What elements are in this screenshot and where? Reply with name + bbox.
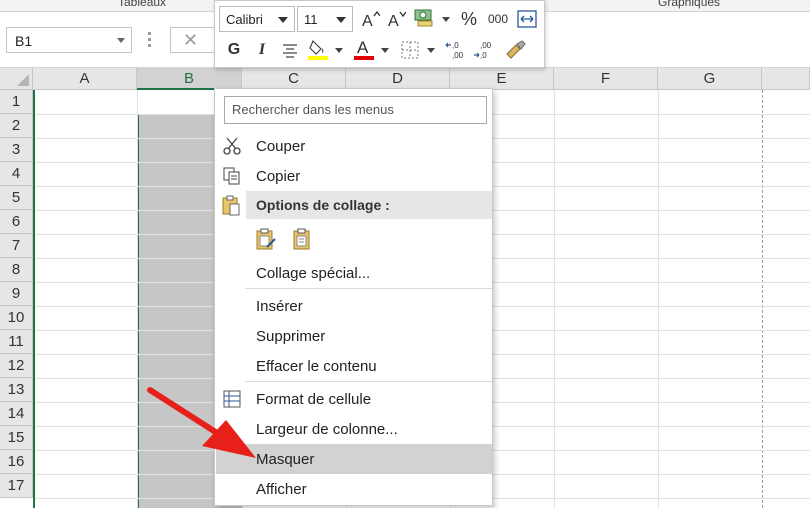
column-header-h[interactable] bbox=[762, 68, 810, 90]
menu-item-label: Couper bbox=[256, 138, 306, 155]
percent-icon[interactable]: % bbox=[458, 7, 480, 31]
menu-item-insert[interactable]: Insérer bbox=[216, 291, 492, 321]
clipboard-icon bbox=[221, 194, 241, 216]
row-header[interactable]: 8 bbox=[0, 258, 33, 282]
row-header[interactable]: 1 bbox=[0, 90, 33, 114]
column-header-a[interactable]: A bbox=[33, 68, 137, 90]
name-box[interactable]: B1 bbox=[6, 27, 132, 53]
menu-item-unhide[interactable]: Afficher bbox=[216, 474, 492, 504]
row-header[interactable]: 3 bbox=[0, 138, 33, 162]
align-center-icon[interactable] bbox=[279, 38, 301, 62]
column-header-e[interactable]: E bbox=[450, 68, 554, 90]
menu-item-clear-contents[interactable]: Effacer le contenu bbox=[216, 351, 492, 381]
menu-search-input[interactable]: Rechercher dans les menus bbox=[224, 96, 487, 124]
format-painter-icon[interactable] bbox=[503, 38, 527, 62]
svg-text:A: A bbox=[357, 38, 369, 57]
chevron-down-icon[interactable] bbox=[117, 38, 125, 43]
menu-item-label: Insérer bbox=[256, 298, 303, 315]
italic-button[interactable]: I bbox=[251, 38, 273, 62]
increase-font-icon[interactable]: A bbox=[359, 7, 381, 31]
font-color-icon[interactable]: A bbox=[353, 37, 375, 61]
mini-toolbar: Calibri 11 A A % 000 G I A ,0,00 ,00,0 bbox=[214, 0, 545, 68]
row-header[interactable]: 12 bbox=[0, 354, 33, 378]
font-name-select[interactable]: Calibri bbox=[219, 6, 295, 32]
row-header[interactable]: 14 bbox=[0, 402, 33, 426]
menu-item-delete[interactable]: Supprimer bbox=[216, 321, 492, 351]
chevron-down-icon[interactable] bbox=[335, 48, 343, 53]
page-break-line bbox=[762, 90, 763, 508]
row-header[interactable]: 11 bbox=[0, 330, 33, 354]
menu-item-label: Largeur de colonne... bbox=[256, 421, 398, 438]
decrease-decimal-icon[interactable]: ,00,0 bbox=[473, 38, 497, 62]
borders-icon[interactable] bbox=[399, 38, 421, 62]
row-header[interactable]: 17 bbox=[0, 474, 33, 498]
menu-item-label: Format de cellule bbox=[256, 391, 372, 408]
menu-separator bbox=[245, 288, 492, 289]
row-header[interactable]: 5 bbox=[0, 186, 33, 210]
formula-cancel-box[interactable]: ✕ bbox=[170, 27, 220, 53]
svg-text:A: A bbox=[362, 13, 373, 29]
svg-text:,0: ,0 bbox=[480, 51, 487, 60]
chevron-down-icon[interactable] bbox=[278, 17, 288, 23]
row-header[interactable]: 10 bbox=[0, 306, 33, 330]
menu-item-label: Afficher bbox=[256, 481, 307, 498]
column-header-g[interactable]: G bbox=[658, 68, 762, 90]
resize-handle[interactable] bbox=[148, 32, 152, 48]
menu-search-placeholder: Rechercher dans les menus bbox=[232, 102, 394, 117]
column-header-c[interactable]: C bbox=[242, 68, 346, 90]
decrease-font-icon[interactable]: A bbox=[385, 7, 407, 31]
menu-item-label: Effacer le contenu bbox=[256, 358, 377, 375]
svg-text:A: A bbox=[388, 13, 399, 29]
copy-icon bbox=[222, 166, 242, 186]
row-header[interactable]: 7 bbox=[0, 234, 33, 258]
row-header[interactable]: 16 bbox=[0, 450, 33, 474]
paste-options-label: Options de collage : bbox=[256, 197, 390, 213]
column-header-b[interactable]: B bbox=[137, 68, 242, 90]
menu-separator bbox=[245, 381, 492, 382]
row-header[interactable]: 13 bbox=[0, 378, 33, 402]
fill-color-icon[interactable] bbox=[307, 37, 329, 61]
chevron-down-icon[interactable] bbox=[442, 17, 450, 22]
ribbon-group-tables: Tableaux bbox=[118, 0, 167, 9]
close-icon[interactable]: ✕ bbox=[183, 30, 198, 51]
row-header[interactable]: 4 bbox=[0, 162, 33, 186]
scissors-icon bbox=[222, 136, 242, 156]
font-size-select[interactable]: 11 bbox=[297, 6, 353, 32]
select-all-button[interactable] bbox=[0, 68, 33, 90]
font-name-value: Calibri bbox=[226, 12, 263, 27]
annotation-arrow-icon bbox=[147, 387, 256, 458]
menu-item-label: Collage spécial... bbox=[256, 265, 371, 282]
increase-decimal-icon[interactable]: ,0,00 bbox=[445, 38, 469, 62]
chevron-down-icon[interactable] bbox=[427, 48, 435, 53]
svg-text:,00: ,00 bbox=[452, 51, 464, 60]
wrap-width-icon[interactable] bbox=[515, 7, 539, 31]
paste-icon[interactable] bbox=[291, 227, 313, 251]
bold-button[interactable]: G bbox=[223, 38, 245, 62]
menu-item-label: Copier bbox=[256, 168, 301, 185]
chevron-down-icon[interactable] bbox=[381, 48, 389, 53]
ribbon-group-charts: Graphiques bbox=[658, 0, 721, 9]
name-box-value: B1 bbox=[15, 33, 33, 49]
row-header[interactable]: 2 bbox=[0, 114, 33, 138]
chevron-down-icon[interactable] bbox=[336, 17, 346, 23]
menu-item-copy[interactable]: Copier bbox=[216, 161, 492, 191]
column-header-f[interactable]: F bbox=[554, 68, 658, 90]
number-format-icon[interactable] bbox=[411, 5, 437, 29]
column-header-d[interactable]: D bbox=[346, 68, 450, 90]
menu-item-cut[interactable]: Couper bbox=[216, 131, 492, 161]
font-size-value: 11 bbox=[304, 12, 318, 27]
thousands-separator-icon[interactable]: 000 bbox=[485, 7, 511, 31]
paste-formatting-icon[interactable] bbox=[255, 227, 277, 251]
svg-text:,0: ,0 bbox=[452, 41, 459, 50]
row-header[interactable]: 9 bbox=[0, 282, 33, 306]
row-header[interactable]: 15 bbox=[0, 426, 33, 450]
paste-options-header: Options de collage : bbox=[246, 191, 492, 219]
menu-item-paste-special[interactable]: Collage spécial... bbox=[216, 258, 492, 288]
svg-text:,00: ,00 bbox=[480, 41, 492, 50]
menu-item-label: Supprimer bbox=[256, 328, 326, 345]
row-header[interactable]: 6 bbox=[0, 210, 33, 234]
selection-border bbox=[33, 90, 35, 508]
